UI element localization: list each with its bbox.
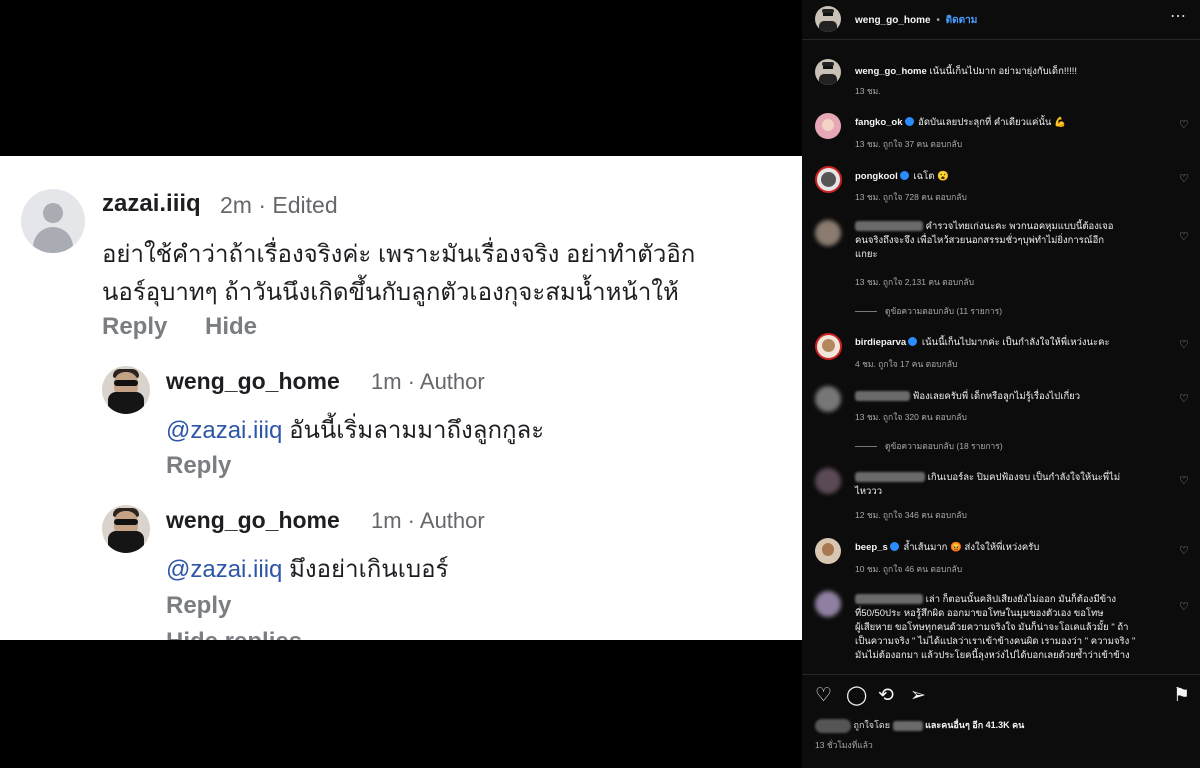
- comment-text: fangko_ok อัดบันเลยประลุกที่ คำเดียวแค่น…: [855, 117, 1066, 128]
- like-heart-icon[interactable]: ♡: [1179, 544, 1189, 557]
- caption-time: 13 ชม.: [855, 86, 881, 96]
- post-time: 13 ชั่วโมงที่แล้ว: [815, 740, 873, 750]
- user-avatar[interactable]: [815, 386, 841, 412]
- verified-badge-icon: [899, 171, 909, 180]
- reply-meta: 1m · Author: [371, 508, 485, 533]
- comment-meta: 4 ชม. ถูกใจ 17 คน ตอบกลับ: [855, 359, 958, 369]
- comment-meta: 12 ชม. ถูกใจ 346 คน ตอบกลับ: [855, 510, 967, 520]
- reply-button[interactable]: Reply: [166, 592, 231, 620]
- blurred-username: [892, 720, 923, 731]
- comment-meta: 13 ชม. ถูกใจ 320 คน ตอบกลับ: [855, 412, 967, 422]
- blurred-username: [855, 594, 923, 605]
- comment-icon[interactable]: ◯: [846, 684, 867, 707]
- comment-screenshot-card: zazai.iiiq 2m · Edited อย่าใช้คำว่าถ้าเร…: [0, 156, 802, 640]
- like-heart-icon[interactable]: ♡: [1179, 600, 1189, 613]
- like-heart-icon[interactable]: ♡: [1179, 118, 1189, 131]
- comment-text: beep_s ล้ำเส้นมาก 😡 ส่งใจให้พี่เหว่งครับ: [855, 542, 1040, 553]
- header-divider: [802, 39, 1200, 40]
- comment-username: zazai.iiiq: [102, 190, 201, 217]
- post-image: zazai.iiiq 2m · Edited อย่าใช้คำว่าถ้าเร…: [0, 0, 802, 768]
- author-avatar[interactable]: [815, 59, 841, 85]
- like-heart-icon[interactable]: ♡: [1179, 230, 1189, 243]
- reply-button[interactable]: Reply: [166, 452, 231, 480]
- more-options-icon[interactable]: ⋯: [1170, 6, 1186, 26]
- comment-text-line-1: อย่าใช้คำว่าถ้าเรื่องจริงค่ะ เพราะมันเรื…: [102, 241, 696, 268]
- header-username[interactable]: weng_go_home: [855, 15, 931, 26]
- reply-button[interactable]: Reply: [102, 313, 167, 341]
- user-avatar[interactable]: [815, 538, 841, 564]
- share-icon[interactable]: ➢: [910, 684, 926, 707]
- verified-badge-icon: [889, 542, 899, 551]
- mention-link[interactable]: @zazai.iiiq: [166, 556, 282, 583]
- post-caption: weng_go_home เน้นนี้เก็นไปมาก อย่ามายุ่ง…: [855, 66, 1078, 77]
- bookmark-icon[interactable]: ⚑: [1173, 684, 1190, 707]
- comment-text: เกินเบอร์ละ ปิมคปฟ้องจบ เป็นกำลังใจให้นะ…: [855, 472, 1121, 497]
- like-heart-icon[interactable]: ♡: [1179, 338, 1189, 351]
- comment-meta: 2m · Edited: [220, 192, 338, 218]
- repost-icon[interactable]: ⟲: [878, 684, 894, 707]
- comment-text: birdieparva เน้นนี้เก็นไปมากค่ะ เป็นกำลั…: [855, 337, 1110, 348]
- mention-link[interactable]: @zazai.iiiq: [166, 417, 282, 444]
- verified-badge-icon: [908, 337, 918, 346]
- user-avatar[interactable]: [815, 333, 842, 360]
- comment-meta: 13 ชม. ถูกใจ 37 คน ตอบกลับ: [855, 139, 963, 149]
- likes-summary: ถูกใจโดย และคนอื่นๆ อีก 41.3K คน: [815, 718, 1024, 733]
- comment-text: pongkool เฉโต 😮: [855, 171, 949, 182]
- blurred-username: [855, 221, 923, 232]
- user-avatar[interactable]: [815, 166, 842, 193]
- like-heart-icon[interactable]: ♡: [1179, 172, 1189, 185]
- author-avatar: [102, 505, 150, 553]
- reply-meta: 1m · Author: [371, 369, 485, 394]
- reply-text: @zazai.iiiq อันนี้เริ่มลามมาถึงลูกกูละ: [166, 417, 545, 444]
- verified-badge-icon: [904, 117, 914, 126]
- like-heart-icon[interactable]: ♡: [1179, 474, 1189, 487]
- post-header: weng_go_home • ติดตาม: [855, 15, 978, 26]
- view-replies-button[interactable]: ดูข้อความตอบกลับ (18 รายการ): [855, 439, 1003, 453]
- user-avatar[interactable]: [815, 113, 841, 139]
- post-actions: ♡ ◯ ⟲ ➢ ⚑: [815, 684, 1193, 708]
- comment-meta: 13 ชม. ถูกใจ 2,131 คน ตอบกลับ: [855, 277, 974, 287]
- follow-button[interactable]: ติดตาม: [946, 15, 978, 26]
- liker-avatars: [815, 718, 851, 733]
- user-avatar[interactable]: [815, 591, 841, 617]
- author-avatar[interactable]: [815, 6, 841, 32]
- comments-panel: weng_go_home • ติดตาม ⋯ weng_go_home เน้…: [802, 0, 1200, 768]
- reply-username: weng_go_home: [166, 368, 340, 394]
- hide-replies-button[interactable]: Hide replies: [166, 628, 302, 640]
- like-icon[interactable]: ♡: [815, 684, 832, 707]
- comment-meta: 10 ชม. ถูกใจ 46 คน ตอบกลับ: [855, 564, 963, 574]
- user-avatar[interactable]: [815, 220, 841, 246]
- reply-username: weng_go_home: [166, 507, 340, 533]
- blurred-username: [855, 391, 910, 402]
- comment-meta: 13 ชม. ถูกใจ 728 คน ตอบกลับ: [855, 192, 967, 202]
- author-avatar: [102, 366, 150, 414]
- blurred-username: [855, 472, 925, 483]
- hide-button[interactable]: Hide: [205, 313, 257, 341]
- reply-text: @zazai.iiiq มึงอย่าเกินเบอร์: [166, 556, 449, 583]
- user-avatar[interactable]: [815, 468, 841, 494]
- like-heart-icon[interactable]: ♡: [1179, 392, 1189, 405]
- comment-text: ฟ้องเลยครับพี่ เด็กหรือลูกไม่รู้เรื่องไป…: [855, 390, 1175, 404]
- comment-text: เล่า ก็ตอนนั้นคลิปเสียงยังไม่ออก มันก็ต้…: [855, 594, 1136, 661]
- comment-text: คำรวจไทยเก่งนะคะ พวกนอคหุมแบบนี้ต้องเจอค…: [855, 221, 1114, 260]
- default-avatar-icon: [21, 189, 85, 253]
- view-replies-button[interactable]: ดูข้อความตอบกลับ (11 รายการ): [855, 304, 1002, 318]
- comment-text-line-2: นอร์อุบาทๆ ถ้าวันนึงเกิดขึ้นกับลูกตัวเอง…: [102, 279, 679, 306]
